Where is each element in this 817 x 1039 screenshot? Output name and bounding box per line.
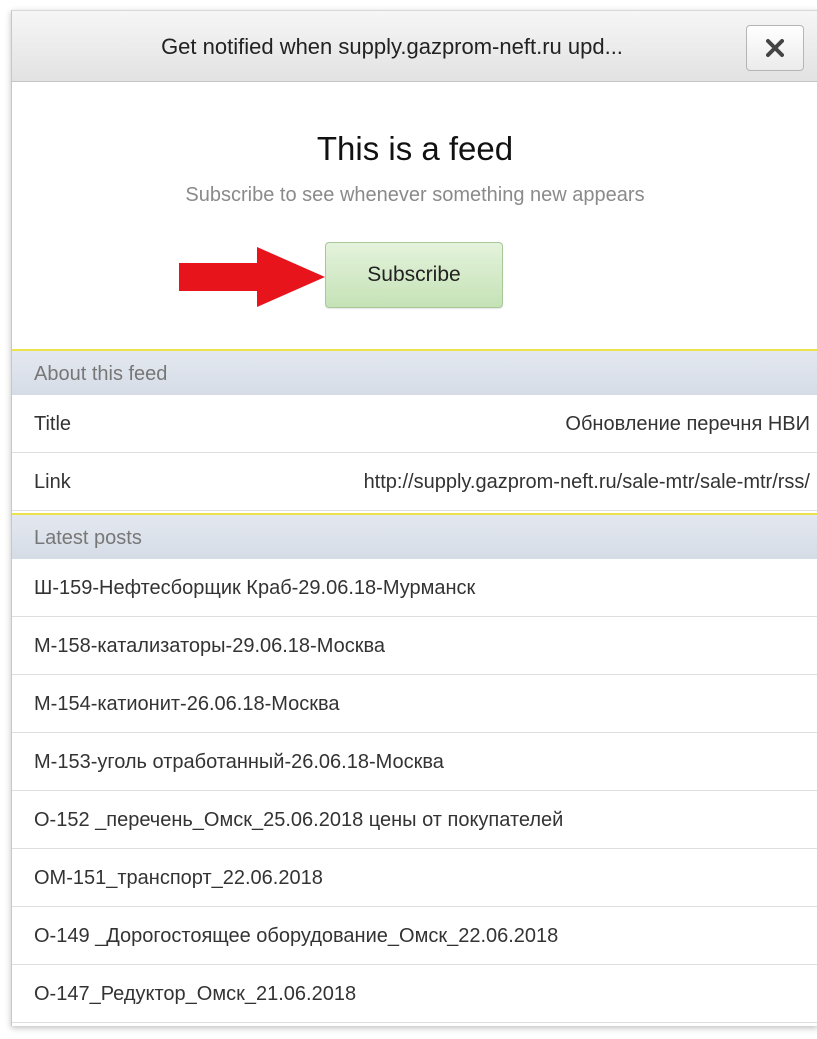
about-row-title: Title Обновление перечня НВИ [12, 395, 817, 453]
close-button[interactable] [746, 25, 804, 71]
post-item[interactable]: М-153-уголь отработанный-26.06.18-Москва [12, 733, 817, 791]
popup-title: Get notified when supply.gazprom-neft.ru… [161, 34, 623, 59]
about-row-value[interactable]: http://supply.gazprom-neft.ru/sale-mtr/s… [364, 453, 810, 511]
post-item[interactable]: ОМ-151_транспорт_22.06.2018 [12, 849, 817, 907]
about-section-header: About this feed [12, 349, 817, 395]
feed-subheading: Subscribe to see whenever something new … [185, 184, 645, 206]
feed-heading: This is a feed [316, 130, 514, 167]
about-row-value: Обновление перечня НВИ [565, 413, 810, 435]
post-item[interactable]: О-149 _Дорогостоящее оборудование_Омск_2… [12, 907, 817, 965]
red-arrow-icon [179, 247, 325, 307]
about-row-key: Link [34, 471, 71, 493]
about-row-key: Title [34, 413, 72, 435]
post-item[interactable]: М-154-катионит-26.06.18-Москва [12, 675, 817, 733]
post-item[interactable]: О-152 _перечень_Омск_25.06.2018 цены от … [12, 791, 817, 849]
post-item[interactable]: Ш-159-Нефтесборщик Краб-29.06.18-Мурманс… [12, 559, 817, 617]
about-row-link: Link http://supply.gazprom-neft.ru/sale-… [12, 453, 817, 511]
latest-posts-header: Latest posts [12, 513, 817, 559]
feed-popup: Get notified when supply.gazprom-neft.ru… [11, 10, 817, 1026]
popup-titlebar: Get notified when supply.gazprom-neft.ru… [12, 10, 817, 82]
subscribe-button[interactable]: Subscribe [325, 242, 503, 308]
close-icon [766, 39, 784, 57]
post-item[interactable]: О-147_Редуктор_Омск_21.06.2018 [12, 965, 817, 1023]
post-item[interactable]: М-158-катализаторы-29.06.18-Москва [12, 617, 817, 675]
